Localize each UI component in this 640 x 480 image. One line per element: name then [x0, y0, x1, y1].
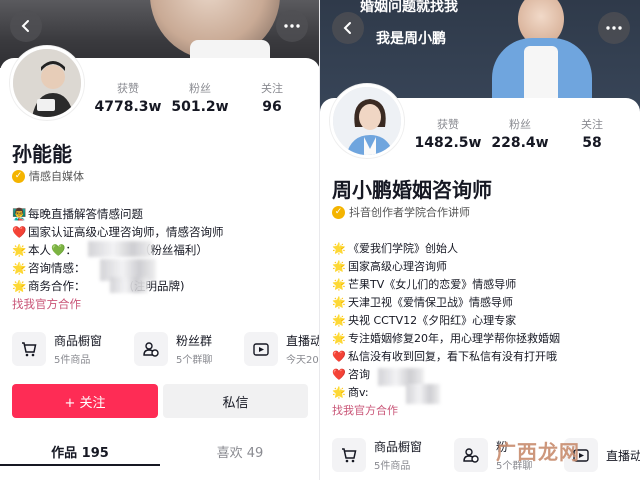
- more-options-button[interactable]: [598, 12, 630, 44]
- bio-line: ❤️ 私信没有收到回复，看下私信有没有打开哦: [332, 348, 560, 366]
- heart-icon: ❤️: [332, 350, 346, 363]
- star-icon: 🌟: [332, 296, 346, 309]
- bio-line: 🌟 商v:: [332, 384, 560, 402]
- live-entry[interactable]: 直播动 今天20: [244, 332, 320, 366]
- back-button[interactable]: [332, 12, 364, 44]
- star-icon: 🌟: [12, 279, 27, 293]
- star-icon: 🌟: [332, 278, 346, 291]
- watermark: 广西龙网: [496, 440, 580, 464]
- service-sub: 5件商品: [374, 461, 411, 472]
- live-icon: [244, 332, 278, 366]
- verified-badge: ✓ 情感自媒体: [12, 168, 84, 184]
- stats-bar: 获赞 4778.3w 粉丝 501.2w 关注 96: [92, 80, 308, 115]
- stat-value: 228.4w: [491, 135, 549, 151]
- stat-value: 58: [582, 135, 602, 151]
- star-icon: 🌟: [332, 332, 346, 345]
- star-icon: 🌟: [332, 260, 346, 273]
- service-title: 直播动: [286, 334, 320, 348]
- bio-line: 🌟 《爱我们学院》创始人: [332, 240, 560, 258]
- star-icon: 🌟: [12, 261, 27, 275]
- following-stat[interactable]: 关注 58: [556, 116, 628, 151]
- redacted-block: [110, 277, 148, 293]
- stat-value: 501.2w: [171, 99, 229, 115]
- verified-icon: ✓: [12, 169, 25, 183]
- star-icon: 🌟: [12, 243, 27, 257]
- profile-name: 孙能能: [12, 142, 72, 166]
- shop-window-entry[interactable]: 商品橱窗 5件商品: [332, 438, 422, 472]
- likes-stat: 获赞 4778.3w: [92, 80, 164, 115]
- active-tab-indicator: [0, 464, 160, 466]
- stat-label: 获赞: [437, 118, 459, 131]
- bio-line: ❤️ 咨询: [332, 366, 560, 384]
- fan-group-icon: [454, 438, 488, 472]
- bio-line: 🌟 央视 CCTV12《夕阳红》心理专家: [332, 312, 560, 330]
- profile-sheet: 获赞 4778.3w 粉丝 501.2w 关注 96 孙能能 ✓ 情感自媒体 👨…: [0, 46, 320, 480]
- bio-line: 🌟 芒果TV《女儿们的恋爱》情感导师: [332, 276, 560, 294]
- back-button[interactable]: [10, 10, 42, 42]
- banner-line-1: 婚姻问题就找我: [360, 0, 458, 15]
- service-sub: 5个群聊: [176, 355, 213, 366]
- bio-line: 🌟 天津卫视《爱情保卫战》情感导师: [332, 294, 560, 312]
- cart-icon: [332, 438, 366, 472]
- more-options-button[interactable]: [276, 10, 308, 42]
- fan-group-icon: [134, 332, 168, 366]
- stat-label: 获赞: [117, 82, 139, 95]
- avatar[interactable]: [10, 46, 84, 120]
- stat-value: 96: [262, 99, 282, 115]
- contact-link[interactable]: 找我官方合作: [332, 402, 560, 420]
- bio-line: 🌟 国家高级心理咨询师: [332, 258, 560, 276]
- banner-line-2: 我是周小鹏: [376, 31, 446, 47]
- likes-stat: 获赞 1482.5w: [412, 116, 484, 151]
- badge-text: 情感自媒体: [29, 170, 84, 183]
- service-sub: 5件商品: [54, 355, 91, 366]
- stat-label: 关注: [581, 118, 603, 131]
- following-stat[interactable]: 关注 96: [236, 80, 308, 115]
- star-icon: 🌟: [332, 386, 346, 399]
- stat-label: 关注: [261, 82, 283, 95]
- stat-value: 1482.5w: [414, 135, 482, 151]
- followers-stat[interactable]: 粉丝 501.2w: [164, 80, 236, 115]
- service-title: 直播动: [606, 448, 640, 463]
- redacted-block: [88, 241, 152, 257]
- stat-label: 粉丝: [509, 118, 531, 131]
- right-profile-panel: 婚姻问题就找我 我是周小鹏 获赞 1482.5w 粉丝 228.4w 关注 58…: [320, 0, 640, 480]
- heart-icon: ❤️: [332, 368, 346, 381]
- content-tabs: 作品 195 喜欢 49: [0, 442, 320, 461]
- avatar[interactable]: [330, 84, 404, 158]
- bio-line: ❤️ 国家认证高级心理咨询师，情感咨询师: [12, 225, 224, 239]
- left-profile-panel: 获赞 4778.3w 粉丝 501.2w 关注 96 孙能能 ✓ 情感自媒体 👨…: [0, 0, 320, 480]
- bio: 🌟 《爱我们学院》创始人 🌟 国家高级心理咨询师 🌟 芒果TV《女儿们的恋爱》情感导师…: [332, 240, 560, 420]
- tab-likes[interactable]: 喜欢 49: [160, 442, 320, 461]
- star-icon: 🌟: [332, 314, 346, 327]
- followers-stat[interactable]: 粉丝 228.4w: [484, 116, 556, 151]
- stats-bar: 获赞 1482.5w 粉丝 228.4w 关注 58: [412, 116, 628, 151]
- bio-line: 👨‍🏫 每晚直播解答情感问题: [12, 207, 143, 221]
- redacted-block: [406, 384, 440, 404]
- badge-text: 抖音创作者学院合作讲师: [349, 206, 470, 219]
- bio-line: 🌟 专注婚姻修复20年，用心理学帮你拯救婚姻: [332, 330, 560, 348]
- tab-works[interactable]: 作品 195: [0, 442, 160, 461]
- verified-badge: ✓ 抖音创作者学院合作讲师: [332, 204, 470, 220]
- service-title: 商品橱窗: [374, 440, 423, 454]
- stat-value: 4778.3w: [94, 99, 162, 115]
- teacher-icon: 👨‍🏫: [12, 207, 27, 221]
- service-title: 粉丝群: [176, 334, 213, 348]
- shop-window-entry[interactable]: 商品橱窗 5件商品: [12, 332, 102, 366]
- profile-name: 周小鹏婚姻咨询师: [332, 178, 492, 202]
- verified-icon: ✓: [332, 205, 345, 219]
- service-title: 商品橱窗: [54, 334, 103, 348]
- message-button[interactable]: 私信: [163, 384, 308, 418]
- star-icon: 🌟: [332, 242, 346, 255]
- profile-sheet: 获赞 1482.5w 粉丝 228.4w 关注 58 周小鹏婚姻咨询师 ✓ 抖音…: [320, 84, 640, 480]
- follow-button[interactable]: + 关注: [12, 384, 158, 418]
- fan-group-entry[interactable]: 粉丝群 5个群聊: [134, 332, 212, 366]
- stat-label: 粉丝: [189, 82, 211, 95]
- service-sub: 今天20: [286, 355, 319, 366]
- cart-icon: [12, 332, 46, 366]
- contact-link[interactable]: 找我官方合作: [12, 295, 224, 313]
- heart-icon: ❤️: [12, 225, 27, 239]
